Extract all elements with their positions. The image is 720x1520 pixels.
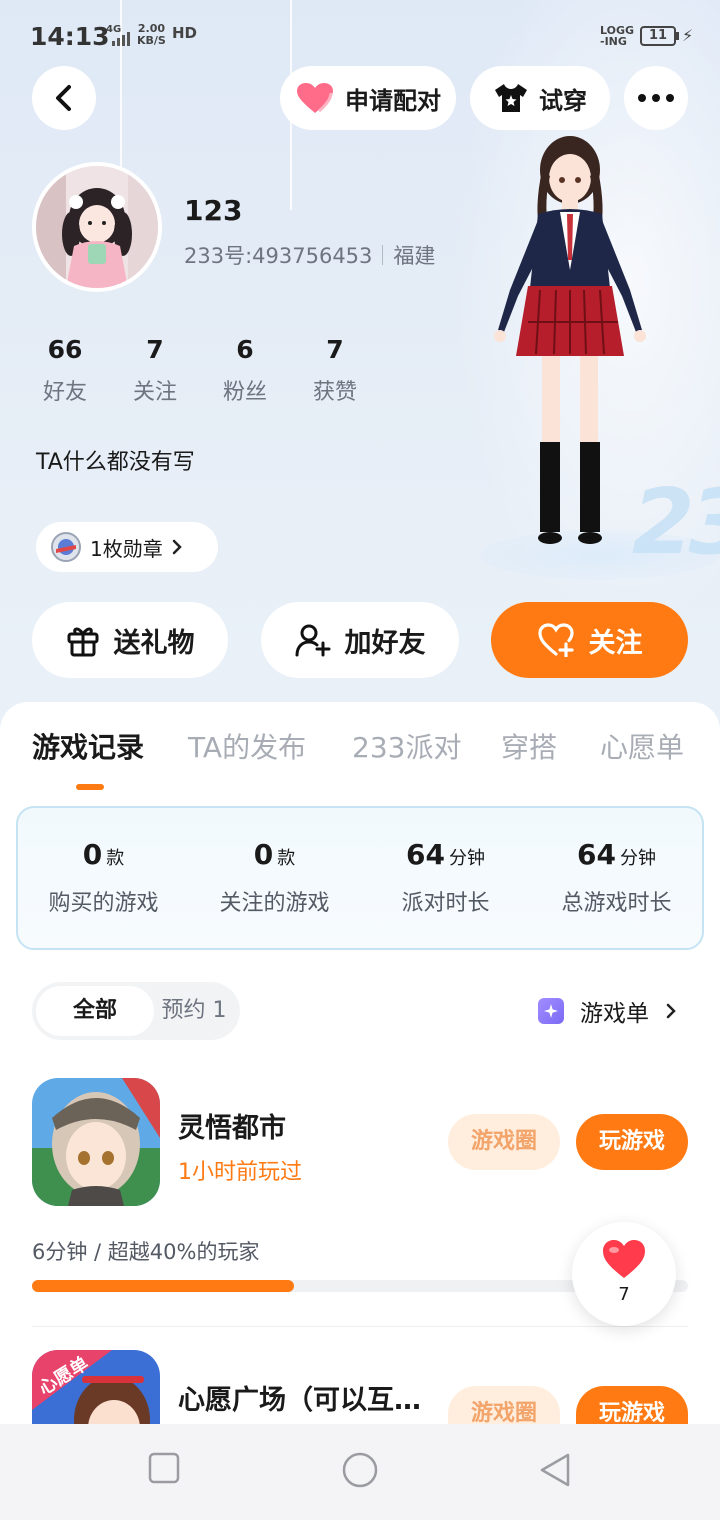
more-button[interactable] (624, 66, 688, 130)
game-playtime: 6分钟 / 超越40%的玩家 (32, 1240, 260, 1264)
game-circle-button[interactable]: 游戏圈 (448, 1114, 560, 1170)
chevron-right-icon (666, 1003, 676, 1019)
summary-party-time: 64 分钟 派对时长 (401, 838, 490, 916)
filter-all[interactable]: 全部 (36, 986, 154, 1036)
stat-following[interactable]: 7 关注 (110, 334, 200, 406)
avatar[interactable] (32, 162, 162, 292)
battery-icon: 11 (640, 26, 676, 46)
medal-button[interactable]: 1枚勋章 (36, 522, 218, 572)
charging-bolt-icon: ⚡ (682, 26, 694, 45)
follow-label: 关注 (588, 627, 643, 659)
try-on-button[interactable]: 试穿 (470, 66, 610, 130)
game-icon[interactable] (32, 1078, 160, 1206)
tab-game-records[interactable]: 游戏记录 (32, 726, 144, 766)
play-game-button[interactable]: 玩游戏 (576, 1386, 688, 1424)
sparkle-icon (538, 998, 564, 1024)
filter-reserved[interactable]: 预约 1 (148, 986, 240, 1036)
user-location: 福建 (393, 244, 436, 268)
charging-indicator: LOGG -ING (600, 24, 635, 48)
add-friend-label: 加好友 (344, 627, 426, 659)
tab-233-party[interactable]: 233派对 (352, 726, 461, 766)
game-list-label: 游戏单 (580, 1001, 649, 1027)
back-icon[interactable] (538, 1452, 572, 1488)
signal-icon (112, 32, 130, 46)
divider (32, 1326, 688, 1327)
more-icon (638, 94, 674, 102)
heart-icon (603, 1240, 645, 1278)
tab-wishlist[interactable]: 心愿单 (600, 726, 684, 766)
profile-stats: 66 好友 7 关注 6 粉丝 7 获赞 (20, 334, 380, 406)
send-gift-label: 送礼物 (113, 627, 195, 659)
tab-posts[interactable]: TA的发布 (188, 726, 306, 766)
status-bar: 14:13 4G 2.00 KB/S HD LOGG -ING 11 ⚡ (0, 0, 720, 72)
stat-likes[interactable]: 7 获赞 (290, 334, 380, 406)
bio: TA什么都没有写 (36, 450, 195, 475)
stat-fans[interactable]: 6 粉丝 (200, 334, 290, 406)
avatar-3d-character[interactable] (470, 130, 670, 560)
game-last-played: 1小时前玩过 (178, 1160, 302, 1185)
user-id-row: 233号:493756453 福建 (184, 240, 435, 270)
game-icon[interactable]: 心愿单 (32, 1350, 160, 1424)
summary-purchased[interactable]: 0款 购买的游戏 (18, 808, 189, 948)
summary-followed[interactable]: 0款 关注的游戏 (189, 808, 360, 948)
heart-icon (297, 83, 333, 113)
game-summary-card: 0款 购买的游戏 0款 关注的游戏 64 分钟 派对时长 64 分钟 总游戏时长 (16, 806, 704, 950)
divider (382, 245, 384, 265)
medal-label: 1枚勋章 (90, 536, 163, 561)
follow-button[interactable]: 关注 (491, 602, 688, 678)
tab-indicator (76, 784, 104, 790)
game-circle-button[interactable]: 游戏圈 (448, 1386, 560, 1424)
user-id: 233号:493756453 (184, 244, 373, 268)
add-user-icon (295, 624, 330, 657)
stat-friends[interactable]: 66 好友 (20, 334, 110, 406)
home-icon[interactable] (341, 1452, 379, 1490)
play-game-button[interactable]: 玩游戏 (576, 1114, 688, 1170)
playtime-progress-fill (32, 1280, 295, 1292)
status-time: 14:13 (30, 22, 110, 51)
profile-tabs: 游戏记录 TA的发布 233派对 穿搭 心愿单 (0, 726, 720, 796)
send-gift-button[interactable]: 送礼物 (32, 602, 228, 678)
request-match-button[interactable]: 申请配对 (280, 66, 456, 130)
username: 123 (184, 194, 243, 227)
system-nav-bar (0, 1424, 720, 1520)
shirt-icon (495, 84, 527, 112)
recent-apps-icon[interactable] (148, 1452, 180, 1484)
like-count: 7 (618, 1284, 630, 1305)
network-speed: 2.00 KB/S (137, 22, 166, 47)
game-filter: 全部 预约 1 (32, 982, 240, 1040)
avatar-image (36, 166, 158, 288)
back-button[interactable] (32, 66, 96, 130)
gift-icon (67, 627, 98, 657)
summary-total-time: 64 分钟 总游戏时长 (561, 838, 672, 916)
request-match-label: 申请配对 (345, 86, 441, 115)
try-on-label: 试穿 (539, 86, 587, 115)
game-title[interactable]: 心愿广场（可以互… (178, 1378, 421, 1417)
like-button[interactable]: 7 (572, 1222, 676, 1326)
heart-plus-icon (537, 623, 574, 657)
medal-icon (51, 532, 81, 562)
chevron-right-icon (172, 539, 182, 555)
add-friend-button[interactable]: 加好友 (261, 602, 459, 678)
hd-indicator: HD (172, 24, 198, 42)
tab-outfits[interactable]: 穿搭 (501, 726, 557, 766)
back-arrow-icon (56, 85, 71, 111)
game-list-link[interactable]: 游戏单 (538, 994, 677, 1028)
game-title[interactable]: 灵悟都市 (178, 1106, 286, 1145)
